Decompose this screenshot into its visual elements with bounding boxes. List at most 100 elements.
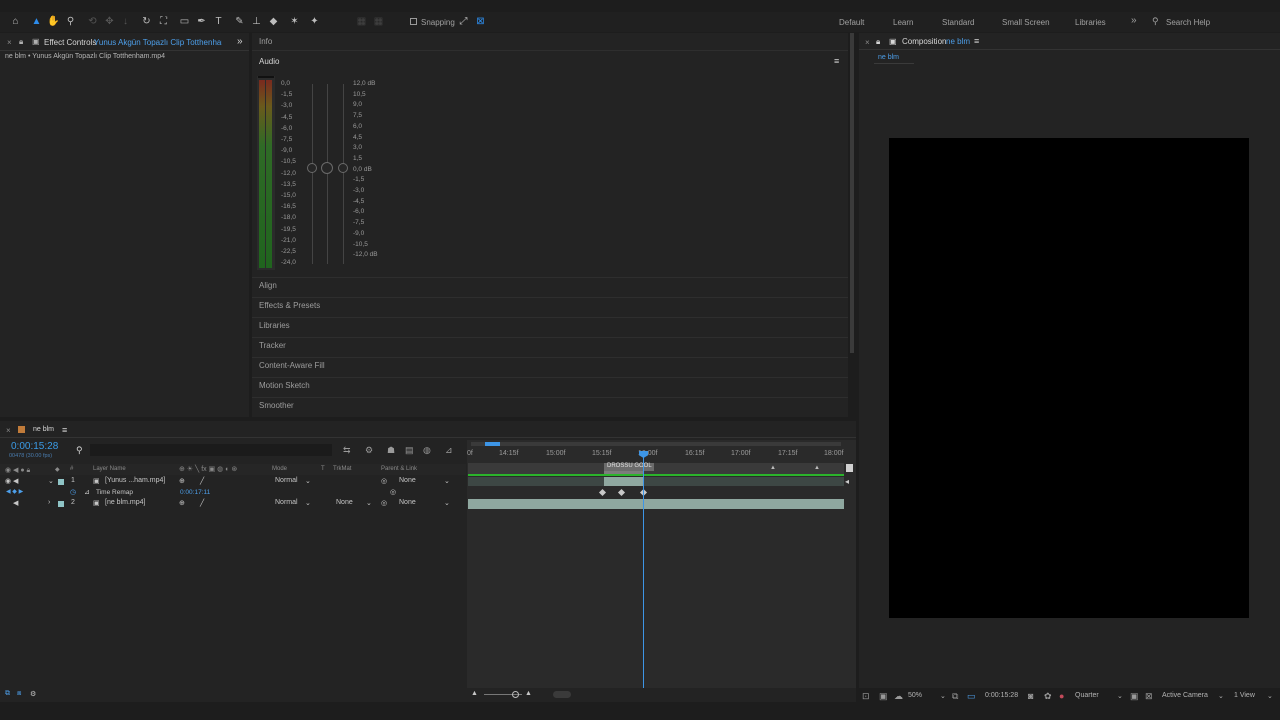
timeline-scrollbar[interactable] xyxy=(553,691,571,698)
composition-tab-name[interactable]: ne blm xyxy=(946,37,970,46)
zoom-in-icon[interactable]: ▲ xyxy=(525,690,532,697)
show-snapshot-icon[interactable]: ✿ xyxy=(1044,691,1052,702)
audio-menu-icon[interactable]: ≡ xyxy=(834,56,839,66)
layer-1-visibility-icon[interactable]: ◉ xyxy=(5,477,11,485)
timeline-close-icon[interactable]: × xyxy=(6,426,11,435)
motion-sketch-panel[interactable]: Motion Sketch xyxy=(259,381,310,390)
workspace-more-button[interactable]: » xyxy=(1131,15,1137,26)
workspace-learn[interactable]: Learn xyxy=(893,18,913,27)
layer-1-label-color[interactable] xyxy=(58,479,64,485)
effects-presets-panel[interactable]: Effects & Presets xyxy=(259,301,320,310)
snap-edge-icon[interactable]: ⤢ xyxy=(457,15,470,28)
zoom-icon[interactable]: ⚲ xyxy=(64,15,77,28)
timeline-tab[interactable]: ne blm xyxy=(33,426,54,433)
smoother-panel[interactable]: Smoother xyxy=(259,401,294,410)
zoom-slider-knob[interactable] xyxy=(512,691,519,698)
layer-row-1[interactable]: ◉ ◀ ⌄ 1 ▣ [Yunus ...ham.mp4] ⊕ ╱ Normal … xyxy=(0,476,466,487)
layer-1-mode-chevron-icon[interactable]: ⌄ xyxy=(305,477,311,485)
pen-icon[interactable]: ✒ xyxy=(195,15,208,28)
comp-lock-icon[interactable]: 🔒︎ xyxy=(876,37,880,47)
libraries-panel[interactable]: Libraries xyxy=(259,321,290,330)
layer-1-out-icon[interactable]: ◂ xyxy=(845,477,849,486)
effect-controls-tab[interactable]: Effect Controls xyxy=(44,38,96,47)
toggle-mask-icon[interactable]: ▣ xyxy=(879,691,888,702)
layer-1-audio-icon[interactable]: ◀ xyxy=(13,477,18,485)
snapping-checkbox[interactable] xyxy=(410,18,417,25)
info-tab[interactable]: Info xyxy=(259,37,272,46)
layer-2-trkmat[interactable]: None xyxy=(336,499,353,506)
fader-knob-center[interactable] xyxy=(321,162,333,174)
time-remap-row[interactable]: ◀ ◆ ▶ ◷ ⊿ Time Remap 0:00:17:11 ◎ xyxy=(0,487,466,498)
grid-icon[interactable]: ⧉ xyxy=(952,691,958,702)
camera-chevron-icon[interactable]: ⌄ xyxy=(1218,692,1224,700)
effect-controls-layer[interactable]: Yunus Akgün Topazlı Clip Totthenham.r xyxy=(94,38,222,47)
camera-icon[interactable]: ⛶ xyxy=(157,15,170,28)
timeline-menu-icon[interactable]: ≡ xyxy=(62,425,67,435)
home-icon[interactable]: ⌂ xyxy=(9,15,22,28)
layer-row-2[interactable]: ◀ › 2 ▣ [ne blm.mp4] ⊕ ╱ Normal ⌄ None ⌄… xyxy=(0,498,466,509)
layer-1-mode[interactable]: Normal xyxy=(275,477,298,484)
views-select[interactable]: 1 View xyxy=(1234,692,1255,699)
snapshot-icon[interactable]: ◙ xyxy=(1028,691,1033,701)
time-navigator[interactable] xyxy=(471,442,841,446)
draft-3d-icon[interactable]: ⚙ xyxy=(365,445,373,456)
layer-name-header[interactable]: Layer Name xyxy=(93,466,126,472)
workspace-small-screen[interactable]: Small Screen xyxy=(1002,18,1050,27)
puppet-pin-icon[interactable]: ✦ xyxy=(308,15,321,28)
layer-1-twirl-icon[interactable]: ⌄ xyxy=(48,477,54,485)
frame-blending-icon[interactable]: ▤ xyxy=(405,445,414,456)
selection-icon[interactable]: ▲ xyxy=(30,15,43,28)
playhead-line[interactable] xyxy=(643,455,644,688)
eraser-icon[interactable]: ◆ xyxy=(267,15,280,28)
composition-viewer[interactable] xyxy=(889,138,1249,618)
transparency-grid-icon[interactable]: ▣ xyxy=(1130,691,1139,702)
fader-knob-right[interactable] xyxy=(338,163,348,173)
trkmat-header[interactable]: TrkMat xyxy=(333,466,351,472)
tracker-panel[interactable]: Tracker xyxy=(259,341,286,350)
resolution-chevron-icon[interactable]: ⌄ xyxy=(1117,692,1123,700)
modes-toggle-icon[interactable]: ⧈ xyxy=(17,690,21,698)
marker-triangle-1[interactable]: ▲ xyxy=(770,465,776,471)
3d-view-icon[interactable]: ⊠ xyxy=(1145,691,1153,702)
workspace-standard[interactable]: Standard xyxy=(942,18,974,27)
rotate-icon[interactable]: ↻ xyxy=(140,15,153,28)
view-options-icon[interactable]: ☁ xyxy=(894,691,903,702)
workspace-libraries[interactable]: Libraries xyxy=(1075,18,1106,27)
comp-close-icon[interactable]: × xyxy=(865,38,870,47)
time-remap-value[interactable]: 0:00:17:11 xyxy=(180,489,210,496)
zoom-chevron-icon[interactable]: ⌄ xyxy=(940,692,946,700)
roto-brush-icon[interactable]: ✶ xyxy=(288,15,301,28)
parent-header[interactable]: Parent & Link xyxy=(381,466,417,472)
layer-1-shy-icon[interactable]: ⊕ xyxy=(179,477,185,485)
layer-1-name[interactable]: [Yunus ...ham.mp4] xyxy=(105,477,165,484)
comp-marker[interactable]: DROSSU GOOL xyxy=(604,463,654,471)
layer-1-quality-icon[interactable]: ╱ xyxy=(200,477,204,485)
layer-1-bar[interactable] xyxy=(468,477,844,486)
zoom-select[interactable]: 50% xyxy=(908,692,922,699)
graph-editor-icon[interactable]: ⊿ xyxy=(445,445,453,456)
layer-2-twirl-icon[interactable]: › xyxy=(48,499,50,506)
comp-subtab[interactable]: ne blm xyxy=(878,54,899,61)
audio-tab[interactable]: Audio xyxy=(259,57,279,66)
preview-region-icon[interactable]: ⊡ xyxy=(862,691,870,702)
keyframe-nav-icon[interactable]: ◀ ◆ ▶ xyxy=(6,488,23,495)
timeline-search-input[interactable] xyxy=(90,444,332,456)
layer-1-pickwhip-icon[interactable]: ◎ xyxy=(381,477,387,485)
hand-icon[interactable]: ✋ xyxy=(47,15,60,28)
text-icon[interactable]: T xyxy=(212,15,225,28)
layer-2-name[interactable]: [ne blm.mp4] xyxy=(105,499,145,506)
views-chevron-icon[interactable]: ⌄ xyxy=(1267,692,1273,700)
panel-scrollbar[interactable] xyxy=(850,33,854,353)
layer-2-shy-icon[interactable]: ⊕ xyxy=(179,499,185,507)
search-help-input[interactable]: Search Help xyxy=(1166,18,1210,27)
stopwatch-icon[interactable]: ◷ xyxy=(70,488,76,496)
brush-icon[interactable]: ✎ xyxy=(233,15,246,28)
layer-1-parent[interactable]: None xyxy=(399,477,416,484)
layer-2-mode-chevron-icon[interactable]: ⌄ xyxy=(305,499,311,507)
content-aware-fill-panel[interactable]: Content-Aware Fill xyxy=(259,361,325,370)
layer-2-parent-chevron-icon[interactable]: ⌄ xyxy=(444,499,450,507)
layer-2-label-color[interactable] xyxy=(58,501,64,507)
fader-knob-left[interactable] xyxy=(307,163,317,173)
workspace-default[interactable]: Default xyxy=(839,18,864,27)
layer-2-bar[interactable] xyxy=(468,499,844,509)
